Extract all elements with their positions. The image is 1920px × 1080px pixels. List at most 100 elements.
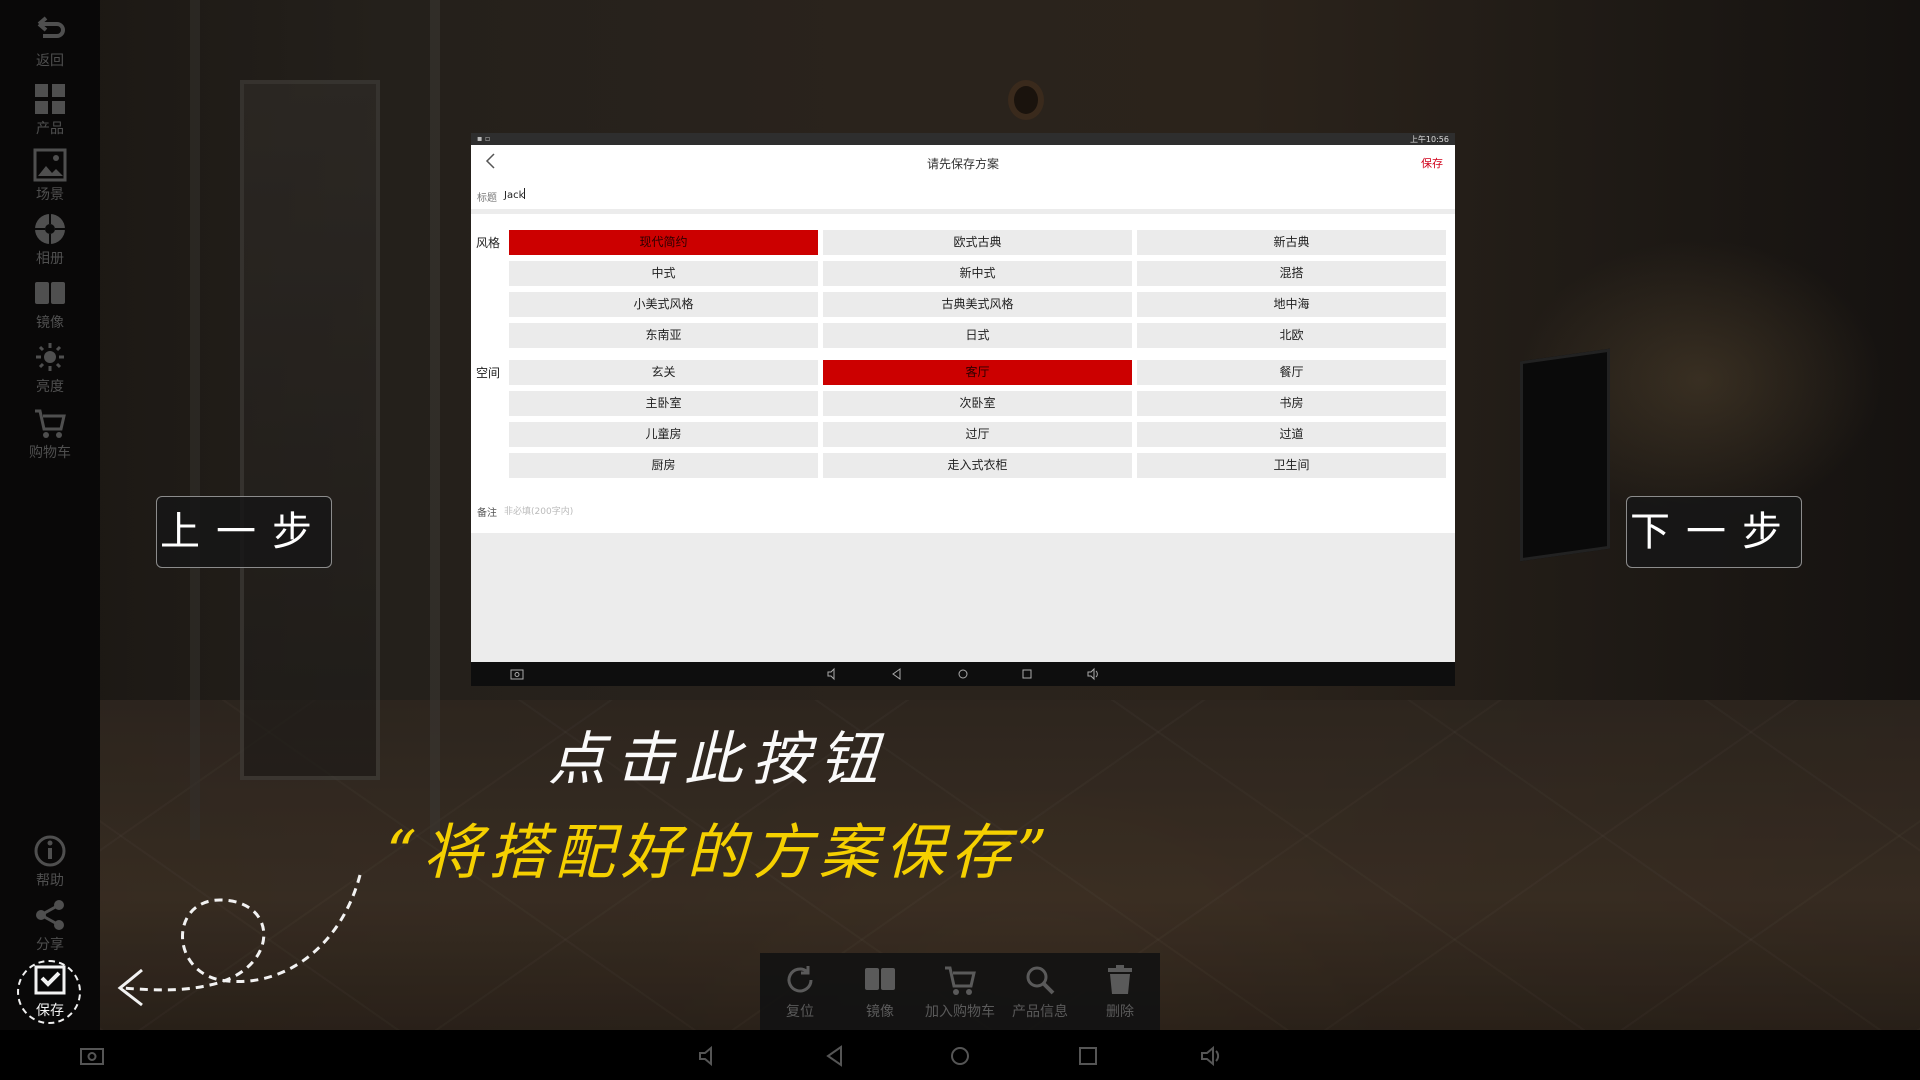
cart-icon (35, 409, 66, 438)
bottom-action-bar: 复位 镜像 加入购物车 产品信息 删除 (760, 953, 1160, 1031)
back-button[interactable]: 返回 (0, 14, 100, 70)
cart-label: 购物车 (29, 445, 71, 461)
screenshot-icon[interactable] (509, 666, 525, 682)
cart-button[interactable]: 购物车 (0, 406, 100, 462)
space-option[interactable]: 儿童房 (509, 422, 818, 447)
share-icon (36, 900, 64, 930)
space-option[interactable]: 过道 (1137, 422, 1446, 447)
products-button[interactable]: 产品 (0, 82, 100, 138)
style-option[interactable]: 东南亚 (509, 323, 818, 348)
style-option[interactable]: 小美式风格 (509, 292, 818, 317)
mirror-book-icon (865, 968, 895, 990)
product-info-label: 产品信息 (1012, 1004, 1068, 1020)
volume-up-icon[interactable] (1085, 666, 1101, 682)
add-to-cart-button[interactable]: 加入购物车 (920, 963, 1000, 1021)
space-option[interactable]: 主卧室 (509, 391, 818, 416)
note-input[interactable]: 非必填(200字内) (504, 504, 573, 517)
share-button[interactable]: 分享 (0, 898, 100, 954)
save-check-icon (34, 965, 66, 995)
info-icon (34, 835, 66, 867)
mirror-action-button[interactable]: 镜像 (840, 963, 920, 1021)
reset-button[interactable]: 复位 (760, 963, 840, 1021)
nav-back-icon[interactable] (822, 1043, 848, 1069)
space-options-grid: 玄关 客厅 餐厅主卧室 次卧室 书房儿童房 过厅 过道厨房 走入式衣柜 卫生间 (509, 360, 1446, 478)
next-step-button[interactable]: 下一步 (1626, 496, 1802, 568)
style-option[interactable]: 地中海 (1137, 292, 1446, 317)
sun-icon (36, 343, 64, 371)
brightness-button[interactable]: 亮度 (0, 340, 100, 396)
brightness-label: 亮度 (36, 379, 64, 395)
nav-recents-icon[interactable] (1075, 1043, 1101, 1069)
grid-icon (35, 84, 65, 114)
space-option[interactable]: 客厅 (823, 360, 1132, 385)
aperture-icon (35, 214, 65, 244)
device-status-bar: ▪ ▫ 上午10:56 (471, 133, 1455, 145)
prev-step-button[interactable]: 上一步 (156, 496, 332, 568)
chandelier (1008, 80, 1044, 120)
space-option[interactable]: 过厅 (823, 422, 1132, 447)
device-nav-bar (471, 662, 1455, 686)
trash-icon (1108, 965, 1132, 994)
album-label: 相册 (36, 251, 64, 267)
nav-home-icon[interactable] (955, 666, 971, 682)
space-option[interactable]: 卫生间 (1137, 453, 1446, 478)
reset-label: 复位 (786, 1004, 814, 1020)
style-option[interactable]: 欧式古典 (823, 230, 1132, 255)
system-nav-bar (0, 1030, 1920, 1080)
status-icons: ▪ ▫ (477, 134, 491, 143)
status-time: 上午10:56 (1409, 135, 1449, 144)
delete-button[interactable]: 删除 (1080, 963, 1160, 1021)
style-option[interactable]: 新中式 (823, 261, 1132, 286)
style-option[interactable]: 中式 (509, 261, 818, 286)
reset-icon (787, 966, 813, 993)
share-label: 分享 (36, 937, 64, 953)
volume-down-icon[interactable] (825, 666, 841, 682)
scene-button[interactable]: 场景 (0, 148, 100, 204)
volume-down-icon[interactable] (696, 1043, 722, 1069)
save-button[interactable]: 保存 (0, 964, 100, 1020)
help-label: 帮助 (36, 873, 64, 889)
help-button[interactable]: 帮助 (0, 834, 100, 890)
style-option[interactable]: 古典美式风格 (823, 292, 1132, 317)
dialog-save-button[interactable]: 保存 (1421, 155, 1443, 171)
album-button[interactable]: 相册 (0, 212, 100, 268)
hint-click-this-button: 点击此按钮 (548, 725, 889, 793)
wall-tv (1520, 348, 1610, 562)
space-option[interactable]: 厨房 (509, 453, 818, 478)
nav-recents-icon[interactable] (1019, 666, 1035, 682)
hint-save-scheme: “将搭配好的方案保存” (386, 818, 1054, 888)
mirror-button[interactable]: 镜像 (0, 276, 100, 332)
style-group: 风格 现代简约 欧式古典 新古典 中式 新中式 混搭 小美式风格 古典美式风格 地中海 东南亚 日式… (471, 228, 1455, 358)
space-option[interactable]: 餐厅 (1137, 360, 1446, 385)
style-option[interactable]: 现代简约 (509, 230, 818, 255)
space-option[interactable]: 次卧室 (823, 391, 1132, 416)
volume-up-icon[interactable] (1199, 1043, 1225, 1069)
screenshot-icon[interactable] (79, 1043, 105, 1069)
note-label: 备注 (477, 508, 497, 519)
style-option[interactable]: 新古典 (1137, 230, 1446, 255)
style-options-grid: 现代简约 欧式古典 新古典中式 新中式 混搭小美式风格 古典美式风格 地中海东南亚 日式 北欧 (509, 230, 1446, 348)
nav-back-icon[interactable] (889, 666, 905, 682)
space-option[interactable]: 玄关 (509, 360, 818, 385)
scene-label: 场景 (36, 187, 64, 203)
title-input[interactable]: Jack (504, 188, 526, 201)
book-icon (35, 282, 65, 304)
add-to-cart-label: 加入购物车 (925, 1004, 995, 1020)
style-option[interactable]: 北欧 (1137, 323, 1446, 348)
product-info-button[interactable]: 产品信息 (1000, 963, 1080, 1021)
style-option[interactable]: 混搭 (1137, 261, 1446, 286)
style-option[interactable]: 日式 (823, 323, 1132, 348)
title-field-label: 标题 (477, 193, 497, 204)
space-option[interactable]: 走入式衣柜 (823, 453, 1132, 478)
empty-area (471, 533, 1455, 663)
dialog-title: 请先保存方案 (926, 157, 999, 171)
nav-home-icon[interactable] (947, 1043, 973, 1069)
left-toolbar: 返回 产品 场景 相册 镜像 亮度 购物车 帮助 分享 保存 (0, 0, 100, 1030)
space-group: 空间 玄关 客厅 餐厅主卧室 次卧室 书房儿童房 过厅 过道厨房 走入式衣柜 卫生间 (471, 358, 1455, 488)
title-input-value: Jack (504, 190, 525, 201)
space-option[interactable]: 书房 (1137, 391, 1446, 416)
search-icon (1026, 966, 1055, 995)
products-label: 产品 (36, 121, 64, 137)
space-label: 空间 (476, 366, 501, 380)
title-field-row: 标题 Jack (471, 178, 1455, 214)
